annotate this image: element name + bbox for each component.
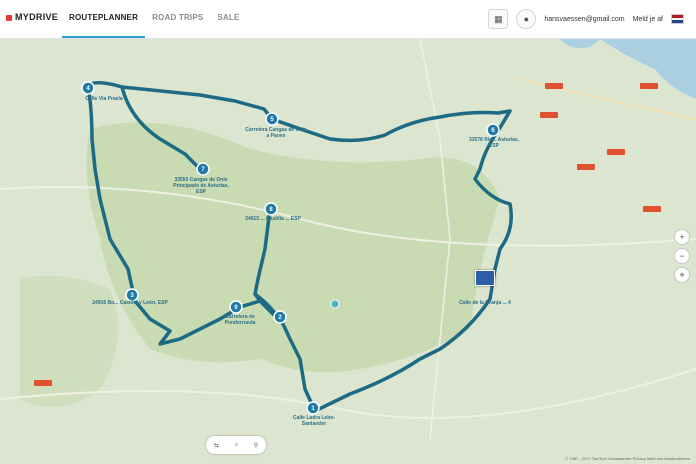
- user-icon[interactable]: ●: [516, 9, 537, 29]
- zoom-out-button[interactable]: −: [674, 248, 690, 264]
- account-area: ▦ ● hansvaessen@gmail.com Meld je af: [488, 9, 684, 29]
- calendar-icon[interactable]: ▦: [488, 9, 509, 29]
- waypoint-label-9: Carretera de Ponderrueda: [224, 314, 256, 326]
- route-toggle-icon[interactable]: ⇆: [214, 442, 219, 449]
- home-icon[interactable]: ⌂: [234, 442, 238, 448]
- recenter-button[interactable]: ⌖: [674, 267, 690, 283]
- waypoint-label-7: 33550 Cangas de Onís Principado de Astur…: [173, 177, 229, 195]
- waypoint-label-4: Calle Vía Praela: [85, 96, 123, 102]
- national-park-area: [86, 122, 501, 373]
- route-map[interactable]: 1 2 3 4 5 6 7 8 9: [0, 39, 696, 464]
- account-email[interactable]: hansvaessen@gmail.com: [544, 16, 624, 23]
- destination-photo-icon[interactable]: [475, 270, 495, 286]
- top-navigation-bar: MYDRIVE ROUTEPLANNER ROAD TRIPS SALE ▦ ●…: [0, 0, 696, 39]
- map-credits: © 1987 - 2017 TomTom Voorwaarden Privacy…: [565, 456, 690, 461]
- endpoint-label: Calle de la Granja ... 4: [459, 300, 511, 306]
- nav-road-trips[interactable]: ROAD TRIPS: [145, 0, 210, 36]
- bottom-toolbar: ⇆ ⌂ ⚲: [206, 436, 266, 454]
- waypoint-label-6: 33578 Rio... Asturias, ESP: [468, 137, 520, 149]
- search-icon[interactable]: ⚲: [254, 442, 258, 449]
- brand-name: MYDRIVE: [15, 12, 59, 22]
- road-shield: [540, 112, 558, 118]
- waypoint-label-8: 24915 ... Castilla ... ESP: [245, 216, 301, 222]
- road-shield: [577, 164, 595, 170]
- road-shield: [545, 83, 563, 89]
- road-shield: [640, 83, 658, 89]
- logo-mark-icon: [6, 14, 12, 21]
- sign-out-link[interactable]: Meld je af: [633, 16, 663, 23]
- waypoint-label-3: 24916 Bo... Castilla y León, ESP: [92, 300, 168, 306]
- waypoint-label-5: Carretera Cangas de Onís a Panes: [245, 127, 307, 139]
- road-shield: [607, 149, 625, 155]
- poi-marker[interactable]: [330, 299, 340, 309]
- main-nav: ROUTEPLANNER ROAD TRIPS SALE: [62, 0, 247, 38]
- road-shield: [643, 206, 661, 212]
- dutch-flag-icon[interactable]: [671, 14, 684, 24]
- mydrive-logo[interactable]: MYDRIVE: [6, 12, 58, 22]
- zoom-in-button[interactable]: +: [674, 229, 690, 245]
- road-shield: [34, 380, 52, 386]
- waypoint-label-1: Calle Ladra Lebo- Santander: [293, 415, 335, 427]
- nav-routeplanner[interactable]: ROUTEPLANNER: [62, 0, 146, 38]
- nav-sale[interactable]: SALE: [210, 0, 246, 36]
